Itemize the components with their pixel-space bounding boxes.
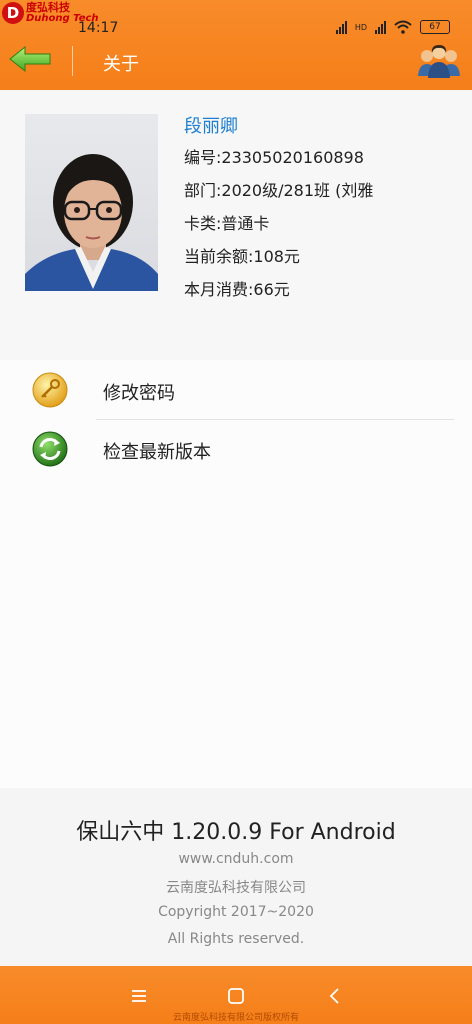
monthly-spend: 本月消费:66元: [184, 280, 290, 299]
about-footer: 保山六中 1.20.0.9 For Android www.cnduh.com …: [0, 788, 472, 966]
key-icon: [32, 372, 68, 408]
app-header: D 度弘科技 Duhong Tech 14:17 HD 67 关于: [0, 0, 472, 90]
system-nav-bar: 云南度弘科技有限公司版权所有: [0, 966, 472, 1024]
refresh-icon: [32, 431, 68, 467]
card-type: 卡类:普通卡: [184, 214, 270, 233]
users-icon[interactable]: [416, 42, 462, 78]
hd-label: HD: [354, 22, 367, 32]
settings-menu: 修改密码 检查最新版本: [0, 360, 472, 788]
website-link[interactable]: www.cnduh.com: [0, 851, 472, 867]
wifi-icon: [394, 20, 412, 34]
home-icon[interactable]: [224, 986, 248, 1006]
back-arrow-icon[interactable]: [8, 44, 52, 74]
rights-text: All Rights reserved.: [167, 931, 305, 947]
back-icon[interactable]: [323, 986, 347, 1006]
status-icons: HD 67: [335, 20, 450, 34]
student-name: 段丽卿: [184, 116, 238, 137]
copyright-watermark: 云南度弘科技有限公司版权所有: [172, 1013, 299, 1023]
battery-icon: 67: [420, 20, 450, 34]
menu-item-change-password[interactable]: 修改密码: [0, 361, 472, 420]
student-photo: [25, 114, 158, 291]
status-time: 14:17: [78, 20, 119, 36]
company-name: 云南度弘科技有限公司: [166, 880, 306, 896]
student-number: 编号:23305020160898: [184, 148, 364, 167]
student-info: 段丽卿 编号:23305020160898 部门:2020级/281班 (刘雅 …: [184, 112, 373, 309]
signal-icon-2: [375, 20, 386, 34]
menu-label-change-password: 修改密码: [103, 383, 175, 404]
current-balance: 当前余额:108元: [184, 247, 300, 266]
app-version: 保山六中 1.20.0.9 For Android: [76, 820, 396, 845]
menu-icon[interactable]: [127, 986, 151, 1006]
copyright-text: Copyright 2017~2020: [158, 904, 314, 920]
profile-card: 段丽卿 编号:23305020160898 部门:2020级/281班 (刘雅 …: [0, 90, 472, 360]
student-department: 部门:2020级/281班 (刘雅: [184, 181, 374, 200]
logo-cn-text: 度弘科技: [26, 1, 70, 14]
logo-mark: D: [2, 2, 24, 24]
header-divider: [72, 46, 73, 76]
page-title: 关于: [103, 54, 139, 75]
menu-label-check-update: 检查最新版本: [103, 442, 211, 463]
menu-item-check-update[interactable]: 检查最新版本: [0, 420, 472, 478]
signal-icon: [335, 20, 347, 34]
